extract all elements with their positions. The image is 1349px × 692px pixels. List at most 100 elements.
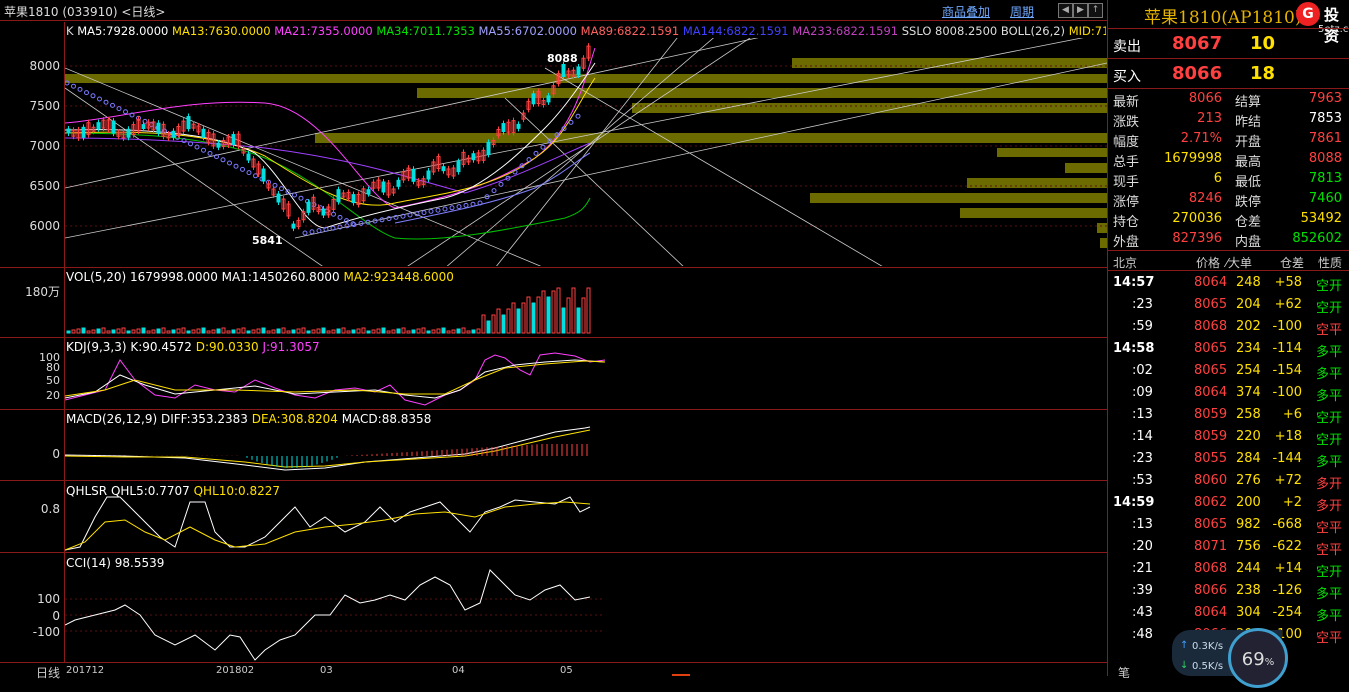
tick-oi-change: -100	[1272, 385, 1302, 400]
volume-bar	[411, 329, 416, 334]
candle	[441, 166, 446, 172]
volume-bar	[381, 327, 386, 334]
tick-row[interactable]: :14 8059 220 +18 空开	[1108, 426, 1349, 448]
tick-time: :39	[1132, 583, 1153, 598]
stat-row: 涨停 8246 跌停 7460	[1108, 191, 1349, 211]
sar-dot	[533, 150, 539, 156]
upload-arrow-icon: ↑	[1180, 640, 1189, 651]
tick-row[interactable]: :23 8065 204 +62 空开	[1108, 294, 1349, 316]
candle	[411, 168, 416, 182]
ma-legend-item: MA5:7928.0000	[77, 24, 173, 38]
volume-bar	[296, 328, 301, 334]
tick-row[interactable]: :09 8064 374 -100 多平	[1108, 382, 1349, 404]
tick-type: 空平	[1316, 323, 1343, 338]
divider	[1108, 270, 1349, 271]
sar-dot	[201, 147, 206, 153]
kline-canvas[interactable]: 8088 5841	[65, 38, 1107, 266]
tick-time: :48	[1132, 627, 1153, 642]
volume-bar	[71, 329, 76, 334]
tick-volume: 204	[1236, 297, 1261, 312]
sar-dot	[84, 90, 89, 96]
tick-row[interactable]: :53 8060 276 +72 多开	[1108, 470, 1349, 492]
volume-bar	[196, 328, 201, 334]
stat-row: 持仓 270036 仓差 53492	[1108, 211, 1349, 231]
tick-row[interactable]: :59 8068 202 -100 空平	[1108, 316, 1349, 338]
tick-row[interactable]: :13 8065 982 -668 空平	[1108, 514, 1349, 536]
tick-price: 8065	[1194, 517, 1228, 532]
stat-value: 8246	[1188, 191, 1222, 206]
tick-volume: 244	[1236, 561, 1261, 576]
volume-bar	[266, 330, 271, 334]
volume-bar	[521, 302, 526, 334]
tick-row[interactable]: :20 8071 756 -622 空平	[1108, 536, 1349, 558]
stat-value: 8088	[1308, 151, 1342, 166]
tick-row[interactable]: :21 8068 244 +14 空开	[1108, 558, 1349, 580]
ticks-header-price: 价格	[1196, 256, 1221, 270]
y-label-6500: 6500	[29, 179, 60, 193]
sar-dot	[316, 228, 322, 234]
candle	[546, 95, 551, 103]
next-button[interactable]: ▶	[1073, 3, 1088, 18]
volume-bar	[101, 327, 106, 334]
period-link[interactable]: 周期	[1010, 3, 1034, 20]
volume-bar	[166, 330, 171, 334]
volume-bar	[581, 297, 586, 334]
candle	[471, 153, 476, 161]
tick-time: :53	[1132, 473, 1153, 488]
tick-footer-label: 笔	[1118, 666, 1131, 680]
volume-bar	[66, 330, 71, 334]
tick-volume: 304	[1236, 605, 1261, 620]
volume-bar	[511, 302, 516, 334]
tick-type: 空开	[1316, 565, 1343, 580]
volume-bar	[331, 329, 336, 334]
volume-bar	[236, 328, 241, 334]
volume-bar	[436, 328, 441, 334]
tick-row[interactable]: :23 8055 284 -144 多平	[1108, 448, 1349, 470]
tick-price: 8062	[1194, 495, 1228, 510]
tick-row[interactable]: 14:58 8065 234 -114 多平	[1108, 338, 1349, 360]
tick-row[interactable]: :39 8066 238 -126 多平	[1108, 580, 1349, 602]
candle	[111, 120, 116, 134]
buy-volume: 18	[1250, 63, 1276, 84]
sar-dot	[428, 208, 434, 214]
macd-chart	[65, 426, 591, 471]
sar-dot	[279, 186, 284, 192]
stat-row: 最新 8066 结算 7963	[1108, 91, 1349, 111]
candle	[261, 168, 266, 182]
volume-bar	[506, 308, 511, 334]
volume-bar	[116, 328, 121, 334]
candle	[186, 116, 191, 130]
candle	[201, 128, 206, 138]
tick-row[interactable]: :02 8065 254 -154 多平	[1108, 360, 1349, 382]
volume-bar	[211, 329, 216, 334]
kdj-y-50: 50	[46, 374, 60, 387]
tick-time: :59	[1132, 319, 1153, 334]
volume-bars	[66, 287, 591, 334]
tick-type: 多开	[1316, 477, 1343, 492]
qhlsr-y-label: 0.8	[40, 502, 60, 516]
stat-row: 现手 6 最低 7813	[1108, 171, 1349, 191]
stat-label: 最高	[1235, 155, 1262, 170]
tick-row[interactable]: 14:59 8062 200 +2 多开	[1108, 492, 1349, 514]
volume-bar	[216, 328, 221, 334]
tick-row[interactable]: :43 8064 304 -254 多平	[1108, 602, 1349, 624]
cpu-gauge[interactable]: 69%	[1228, 628, 1288, 688]
stat-label: 仓差	[1235, 215, 1262, 230]
buy-row: 买入 8066 18	[1108, 59, 1349, 89]
tick-type: 空平	[1316, 521, 1343, 536]
chart-area[interactable]: 苹果1810 (033910) <日线> 商品叠加 周期 ◀ ▶ ↑ K MA5…	[0, 0, 1107, 680]
stat-value: 852602	[1292, 231, 1342, 246]
maximize-button[interactable]: ↑	[1088, 3, 1103, 18]
volume-bar	[341, 327, 346, 334]
tick-oi-change: +14	[1274, 561, 1302, 576]
tick-row[interactable]: :13 8059 258 +6 空开	[1108, 404, 1349, 426]
prev-button[interactable]: ◀	[1058, 3, 1073, 18]
panel-divider	[0, 409, 1107, 410]
overlay-commodity-link[interactable]: 商品叠加	[942, 3, 990, 20]
ma-legend-item: MA34:7011.7353	[376, 24, 479, 38]
stat-value: 6	[1213, 171, 1222, 186]
sar-dot	[540, 144, 546, 150]
ma-legend-item: SSLO 8008.2500	[901, 24, 1001, 38]
tick-row[interactable]: 14:57 8064 248 +58 空开	[1108, 272, 1349, 294]
tick-price: 8071	[1194, 539, 1228, 554]
